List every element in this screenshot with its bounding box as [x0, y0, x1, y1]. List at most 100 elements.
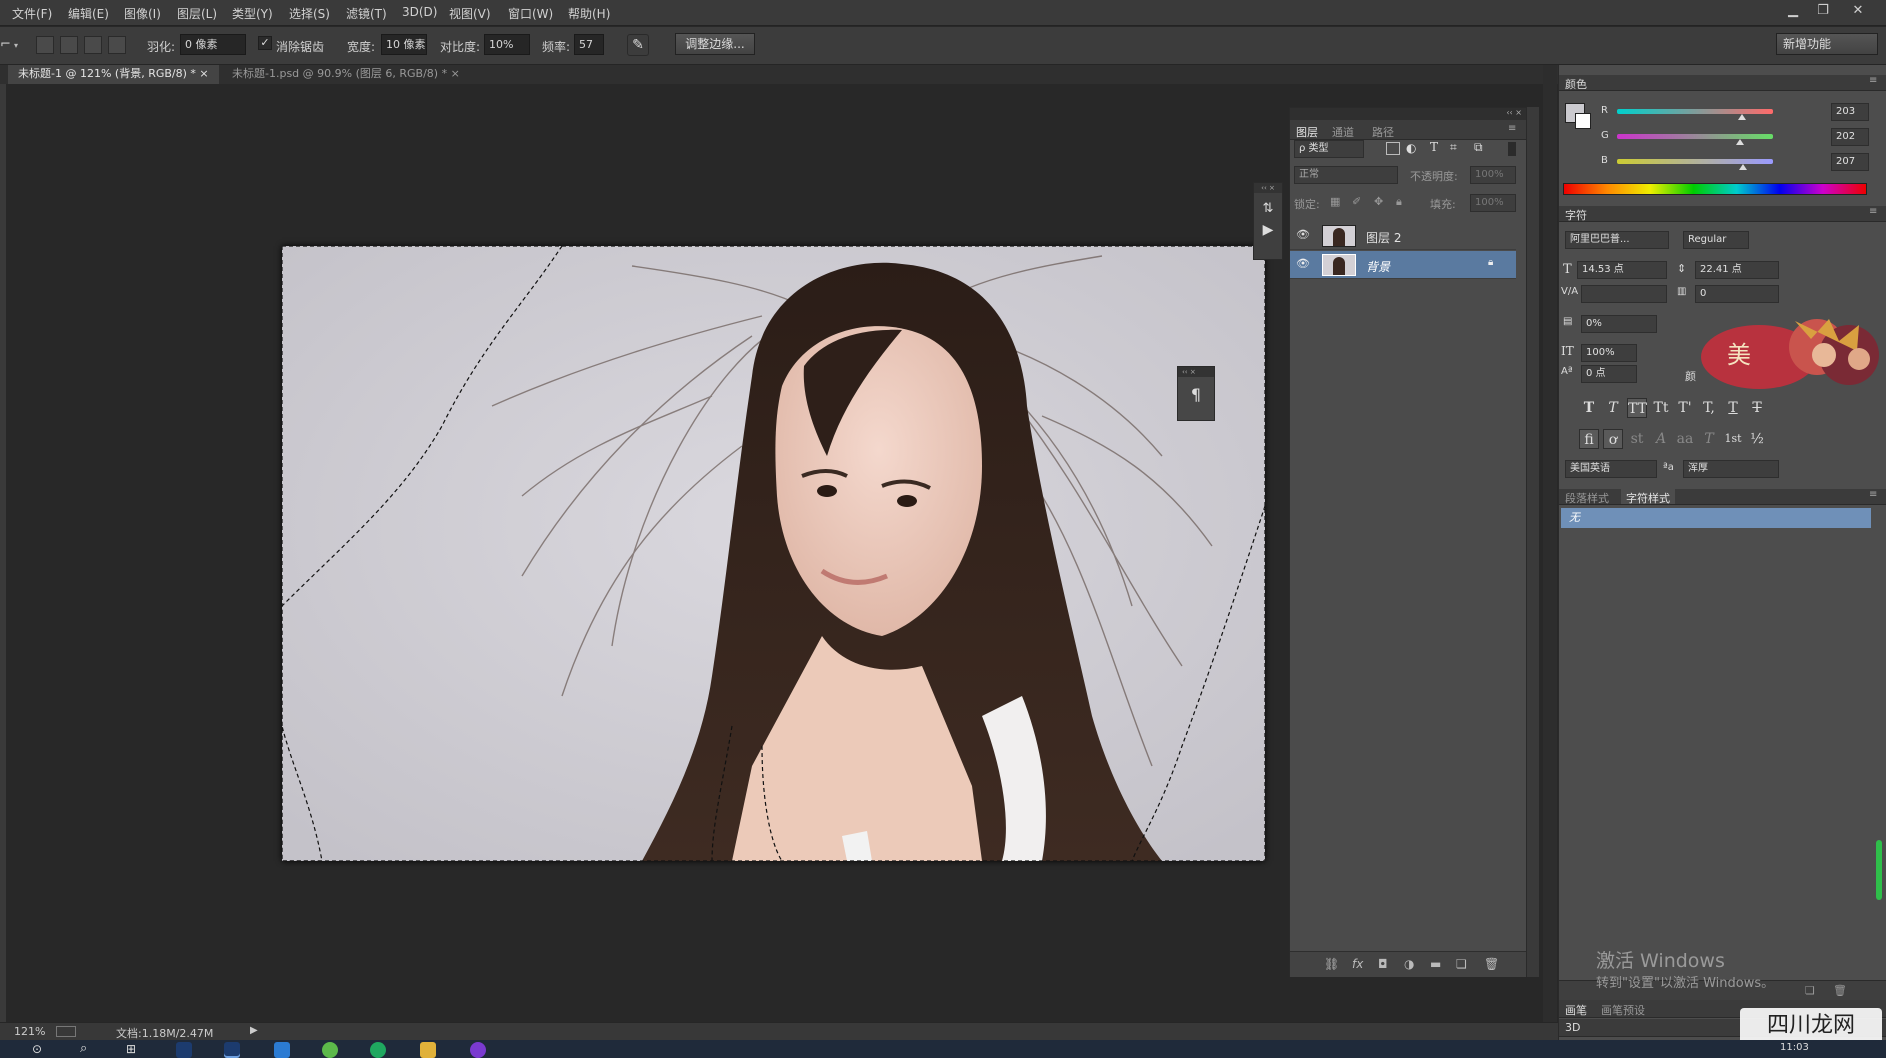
trash-icon[interactable]: 🗑︎ — [1833, 984, 1847, 997]
new-layer-icon[interactable]: ❏ — [1456, 957, 1467, 971]
antialias-checkbox[interactable]: ✓ — [258, 36, 272, 50]
menu-help[interactable]: 帮助(H) — [568, 5, 610, 22]
shape-filter-icon[interactable]: ⌗ — [1450, 140, 1457, 155]
layer-filter-select[interactable]: ρ 类型 — [1294, 140, 1364, 158]
menu-filter[interactable]: 滤镜(T) — [346, 5, 387, 22]
menu-image[interactable]: 图像(I) — [124, 5, 161, 22]
layer-row[interactable]: 👁︎ 背景 🔒︎ — [1290, 251, 1516, 279]
green-slider[interactable] — [1617, 134, 1773, 139]
green-value-input[interactable]: 202 — [1831, 128, 1869, 146]
folder-icon[interactable]: ▬ — [1430, 957, 1441, 971]
panel-menu-icon[interactable]: ≡ — [1869, 206, 1877, 217]
all-caps-button[interactable]: TT — [1627, 398, 1647, 418]
small-caps-button[interactable]: Tt — [1651, 398, 1671, 418]
chat-icon[interactable] — [322, 1042, 338, 1058]
tab-layers[interactable]: 图层 — [1296, 124, 1318, 140]
swash-button[interactable]: A — [1651, 429, 1671, 449]
search-icon[interactable]: ⌕ — [80, 1041, 87, 1056]
slider-thumb[interactable] — [1737, 114, 1746, 120]
menu-select[interactable]: 选择(S) — [289, 5, 330, 22]
fx-icon[interactable]: fx — [1352, 957, 1363, 971]
leading-input[interactable]: 22.41 点 — [1695, 261, 1779, 279]
tsume-input[interactable]: 0% — [1581, 315, 1657, 333]
image-filter-icon[interactable] — [1386, 142, 1400, 155]
filter-toggle[interactable] — [1508, 142, 1516, 156]
kerning-input[interactable] — [1581, 285, 1667, 303]
style-list-item[interactable]: 无 — [1561, 508, 1871, 528]
layer-name[interactable]: 背景 — [1366, 258, 1390, 275]
collapse-icon[interactable]: ‹‹ × — [1178, 367, 1214, 377]
frequency-input[interactable]: 57 — [574, 34, 604, 55]
old-style-button[interactable]: ơ — [1603, 429, 1623, 449]
play-icon[interactable]: ▶ — [1254, 222, 1282, 238]
font-style-select[interactable]: Regular — [1683, 231, 1749, 249]
tab-channels[interactable]: 通道 — [1332, 124, 1354, 140]
stylistic-alternates-button[interactable]: aa — [1675, 429, 1695, 449]
clock[interactable]: 11:03 — [1780, 1042, 1809, 1053]
advertisement-banner[interactable]: 美 — [1699, 311, 1885, 395]
font-size-input[interactable]: 14.53 点 — [1577, 261, 1667, 279]
chevron-down-icon[interactable]: ▾ — [14, 41, 18, 50]
superscript-button[interactable]: T' — [1675, 398, 1695, 418]
close-icon[interactable]: ‹‹ × — [1506, 108, 1522, 117]
app-icon[interactable] — [274, 1042, 290, 1058]
close-icon[interactable]: ✕ — [1845, 2, 1871, 20]
menu-3d[interactable]: 3D(D) — [402, 5, 437, 19]
ligatures-button[interactable]: fi — [1579, 429, 1599, 449]
restore-icon[interactable]: ❐ — [1810, 2, 1836, 20]
mask-icon[interactable]: ◘ — [1378, 957, 1388, 971]
blue-value-input[interactable]: 207 — [1831, 153, 1869, 171]
tab-paths[interactable]: 路径 — [1372, 124, 1394, 140]
tracking-input[interactable]: 0 — [1695, 285, 1779, 303]
red-value-input[interactable]: 203 — [1831, 103, 1869, 121]
link-icon[interactable]: ⛓︎ — [1324, 957, 1339, 971]
type-filter-icon[interactable]: T — [1430, 140, 1438, 154]
pilcrow-icon[interactable]: ¶ — [1178, 385, 1214, 404]
wechat-icon[interactable] — [370, 1042, 386, 1058]
red-slider[interactable] — [1617, 109, 1773, 114]
tool-preset-icon[interactable]: ⌐ — [0, 37, 11, 55]
panel-menu-icon[interactable]: ≡ — [1508, 123, 1516, 134]
lock-paint-icon[interactable]: ✐ — [1352, 195, 1361, 208]
start-icon[interactable]: ⊙ — [32, 1042, 42, 1056]
fill-input[interactable]: 100% — [1470, 194, 1516, 212]
subtract-selection-icon[interactable] — [84, 36, 102, 54]
titling-button[interactable]: T — [1699, 429, 1719, 449]
blend-mode-select[interactable]: 正常 — [1294, 166, 1398, 184]
opacity-input[interactable]: 100% — [1470, 166, 1516, 184]
language-select[interactable]: 美国英语 — [1565, 460, 1657, 478]
blue-slider[interactable] — [1617, 159, 1773, 164]
tab-character-styles[interactable]: 字符样式 — [1621, 489, 1675, 505]
panel-menu-icon[interactable]: ≡ — [1869, 75, 1877, 86]
feather-input[interactable]: 0 像素 — [180, 34, 246, 55]
slider-thumb[interactable] — [1736, 139, 1745, 145]
menu-layer[interactable]: 图层(L) — [177, 5, 217, 22]
zoom-level[interactable]: 121% — [14, 1025, 45, 1038]
tab-3d[interactable]: 3D — [1565, 1021, 1580, 1034]
paragraph-mini-panel[interactable]: ‹‹ × ¶ — [1177, 366, 1215, 421]
subscript-button[interactable]: T, — [1699, 398, 1719, 418]
close-icon[interactable]: × — [451, 67, 460, 80]
tab-brush[interactable]: 画笔 — [1565, 1002, 1587, 1018]
faux-bold-button[interactable]: T — [1579, 398, 1599, 418]
discretionary-ligatures-button[interactable]: st — [1627, 429, 1647, 449]
lock-move-icon[interactable]: ✥ — [1374, 195, 1383, 208]
trash-icon[interactable]: 🗑︎ — [1484, 957, 1499, 971]
collapse-icon[interactable]: ‹‹ × — [1254, 183, 1282, 193]
contrast-input[interactable]: 10% — [484, 34, 530, 55]
adjustment-icon[interactable]: ◑ — [1404, 957, 1414, 971]
color-spectrum[interactable] — [1563, 183, 1867, 195]
task-view-icon[interactable]: ⊞ — [126, 1042, 136, 1056]
folder-icon[interactable] — [420, 1042, 436, 1058]
menu-window[interactable]: 窗口(W) — [508, 5, 553, 22]
menu-type[interactable]: 类型(Y) — [232, 5, 273, 22]
adjustment-filter-icon[interactable]: ◐ — [1406, 141, 1416, 155]
tab-paragraph-styles[interactable]: 段落样式 — [1565, 490, 1609, 506]
ordinals-button[interactable]: 1st — [1723, 429, 1743, 449]
document-image[interactable] — [282, 246, 1265, 861]
new-style-icon[interactable]: ❏ — [1805, 984, 1815, 997]
close-icon[interactable]: × — [199, 67, 208, 80]
photoshop-icon[interactable] — [176, 1042, 192, 1058]
scroll-indicator[interactable] — [1876, 840, 1882, 900]
vertical-scale-input[interactable]: 100% — [1581, 344, 1637, 362]
